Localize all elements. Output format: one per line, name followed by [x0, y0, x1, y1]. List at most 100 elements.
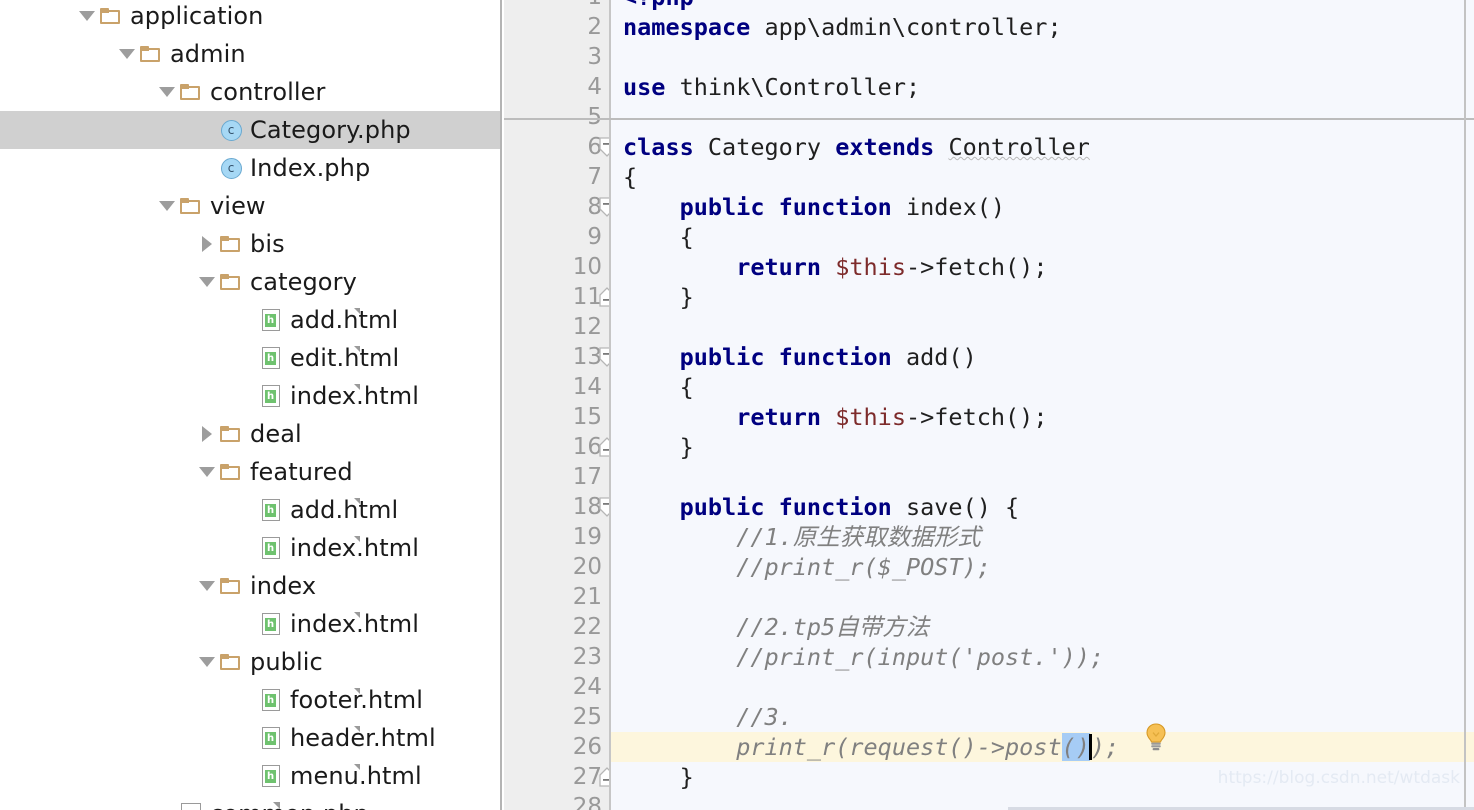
- code-line[interactable]: [611, 462, 1474, 492]
- code-line-text: public function index(): [679, 193, 1006, 221]
- tree-row[interactable]: h menu.html: [0, 757, 500, 795]
- code-line-text: {: [623, 373, 694, 401]
- folder-icon: [138, 35, 164, 73]
- folder-icon: [218, 567, 244, 605]
- tree-row-label: admin: [170, 40, 246, 68]
- editor-gutter[interactable]: 1234567891011121314151617181920212223242…: [504, 0, 615, 810]
- line-number: 23: [572, 644, 602, 670]
- triangle-down-icon[interactable]: [196, 643, 218, 681]
- line-number: 8: [587, 194, 602, 220]
- tree-row[interactable]: h add.html: [0, 301, 500, 339]
- folder-icon: [178, 73, 204, 111]
- tree-row[interactable]: h index.html: [0, 529, 500, 567]
- code-line[interactable]: public function save() {: [611, 492, 1474, 522]
- tree-row[interactable]: view: [0, 187, 500, 225]
- code-line[interactable]: public function index(): [611, 192, 1474, 222]
- html-file-icon: h: [258, 301, 360, 339]
- line-number: 12: [572, 314, 602, 340]
- triangle-down-icon[interactable]: [196, 567, 218, 605]
- code-line[interactable]: <?php: [611, 0, 1474, 12]
- code-line-text: //3.: [736, 703, 793, 731]
- code-line[interactable]: class Category extends Controller: [611, 132, 1474, 162]
- code-line[interactable]: [611, 312, 1474, 342]
- code-line[interactable]: {: [611, 162, 1474, 192]
- html-file-icon: h: [258, 377, 360, 415]
- code-line[interactable]: {: [611, 372, 1474, 402]
- line-number: 1: [512, 0, 602, 12]
- line-number: 14: [572, 374, 602, 400]
- triangle-right-icon[interactable]: [196, 415, 218, 453]
- triangle-right-icon[interactable]: [196, 225, 218, 263]
- tree-row[interactable]: bis: [0, 225, 500, 263]
- tree-row[interactable]: h edit.html: [0, 339, 500, 377]
- code-line[interactable]: }: [611, 282, 1474, 312]
- code-line-text: }: [623, 283, 694, 311]
- folder-icon: [218, 225, 244, 263]
- tree-row-label: menu.html: [290, 762, 422, 790]
- code-line[interactable]: //3.: [611, 702, 1474, 732]
- tree-row-label: index.html: [290, 610, 419, 638]
- code-line[interactable]: public function add(): [611, 342, 1474, 372]
- line-number: 22: [572, 614, 602, 640]
- code-line[interactable]: [611, 42, 1474, 72]
- html-file-icon: h: [258, 529, 360, 567]
- triangle-down-icon[interactable]: [76, 0, 98, 35]
- triangle-down-icon[interactable]: [116, 35, 138, 73]
- tree-row[interactable]: h footer.html: [0, 681, 500, 719]
- tree-row-label: header.html: [290, 724, 436, 752]
- tree-row[interactable]: c Index.php: [0, 149, 500, 187]
- tree-row[interactable]: index: [0, 567, 500, 605]
- code-line[interactable]: use think\Controller;: [611, 72, 1474, 102]
- tree-row-label: view: [210, 192, 266, 220]
- html-file-icon: h: [258, 605, 360, 643]
- tree-row[interactable]: h add.html: [0, 491, 500, 529]
- tree-row[interactable]: h header.html: [0, 719, 500, 757]
- tree-row[interactable]: application: [0, 0, 500, 35]
- tree-row[interactable]: h index.html: [0, 377, 500, 415]
- html-file-icon: h: [258, 757, 360, 795]
- code-line[interactable]: print_r(request()->post());: [611, 732, 1474, 762]
- line-number: 28: [572, 794, 602, 810]
- tree-row[interactable]: deal: [0, 415, 500, 453]
- triangle-down-icon[interactable]: [156, 187, 178, 225]
- php-class-icon: c: [218, 149, 244, 187]
- code-line-text: return $this->fetch();: [736, 253, 1048, 281]
- tree-row[interactable]: common.php: [0, 795, 500, 810]
- triangle-down-icon[interactable]: [196, 453, 218, 491]
- triangle-down-icon[interactable]: [196, 263, 218, 301]
- tree-row-selected[interactable]: c Category.php: [0, 111, 500, 149]
- project-file-tree[interactable]: application admin controller c Category.php c…: [0, 0, 502, 810]
- tree-row[interactable]: controller: [0, 73, 500, 111]
- tree-row-label: add.html: [290, 306, 399, 334]
- code-line[interactable]: //1.原生获取数据形式: [611, 522, 1474, 552]
- code-editor[interactable]: 1234567891011121314151617181920212223242…: [504, 0, 1474, 810]
- code-line[interactable]: //print_r(input('post.'));: [611, 642, 1474, 672]
- lightbulb-intention-icon[interactable]: [1142, 722, 1170, 752]
- code-line[interactable]: namespace app\admin\controller;: [611, 12, 1474, 42]
- code-line[interactable]: //print_r($_POST);: [611, 552, 1474, 582]
- code-line[interactable]: [611, 672, 1474, 702]
- code-line-text: namespace app\admin\controller;: [623, 13, 1062, 41]
- tree-row[interactable]: h index.html: [0, 605, 500, 643]
- code-line[interactable]: //2.tp5自带方法: [611, 612, 1474, 642]
- folder-icon: [218, 643, 244, 681]
- folder-icon: [218, 453, 244, 491]
- code-line-text: //1.原生获取数据形式: [736, 523, 981, 551]
- php-class-icon: c: [218, 111, 244, 149]
- tree-row-label: index.html: [290, 534, 419, 562]
- tree-row[interactable]: featured: [0, 453, 500, 491]
- code-line[interactable]: return $this->fetch();: [611, 402, 1474, 432]
- code-line[interactable]: return $this->fetch();: [611, 252, 1474, 282]
- code-line[interactable]: }: [611, 432, 1474, 462]
- triangle-down-icon[interactable]: [156, 73, 178, 111]
- tree-row[interactable]: category: [0, 263, 500, 301]
- code-line[interactable]: [611, 102, 1474, 132]
- editor-code-area[interactable]: <?phpnamespace app\admin\controller; use …: [611, 0, 1474, 810]
- line-number: 21: [572, 584, 602, 610]
- tree-row[interactable]: public: [0, 643, 500, 681]
- code-line[interactable]: {: [611, 222, 1474, 252]
- line-number: 26: [572, 734, 602, 760]
- code-line[interactable]: [611, 582, 1474, 612]
- line-number: 7: [587, 164, 602, 190]
- tree-row[interactable]: admin: [0, 35, 500, 73]
